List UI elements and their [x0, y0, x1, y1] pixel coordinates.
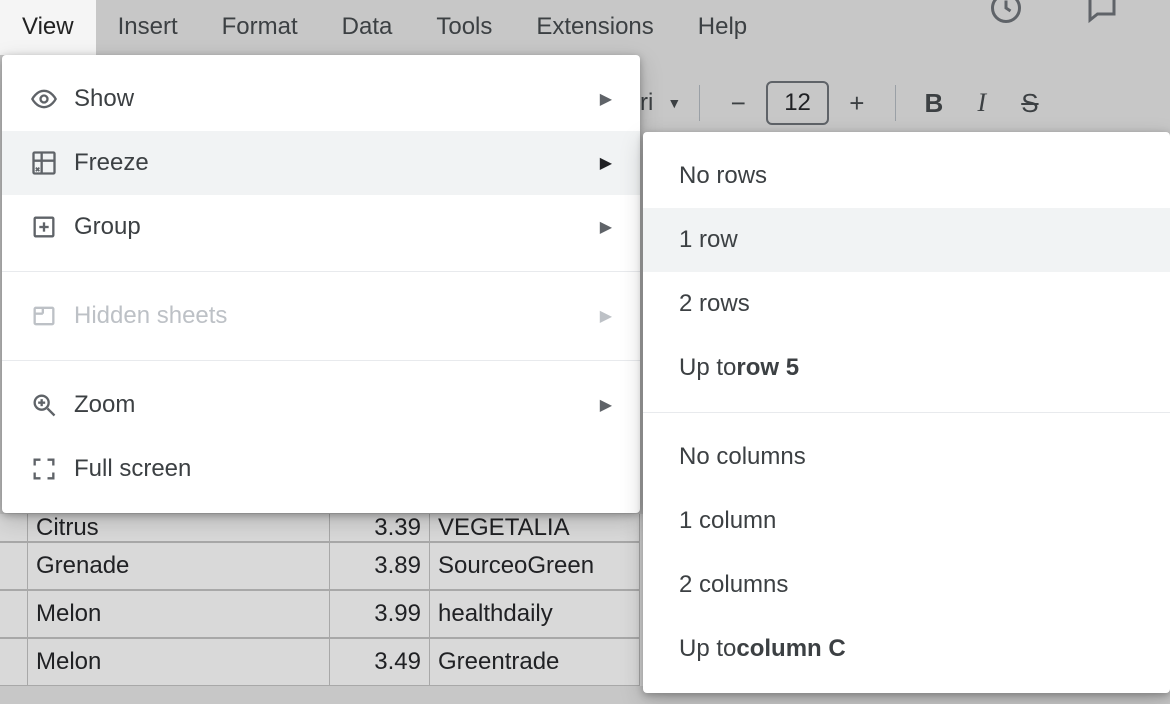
menu-item-group[interactable]: Group ▶ — [2, 195, 640, 259]
menu-item-full-screen[interactable]: Full screen — [2, 437, 640, 501]
submenu-arrow-icon: ▶ — [600, 153, 612, 173]
cell[interactable]: 3.39 — [330, 514, 430, 542]
eye-icon — [30, 85, 74, 113]
menu-item-label: Zoom — [74, 391, 600, 419]
menu-extensions[interactable]: Extensions — [514, 0, 675, 55]
menu-item-label: Hidden sheets — [74, 302, 600, 330]
menu-view[interactable]: View — [0, 0, 96, 55]
menu-item-zoom[interactable]: Zoom ▶ — [2, 373, 640, 437]
sheet-icon — [30, 302, 74, 330]
row-header[interactable] — [0, 514, 28, 542]
italic-button[interactable]: I — [962, 88, 1002, 118]
submenu-arrow-icon: ▶ — [600, 306, 612, 326]
fullscreen-icon — [30, 455, 74, 483]
menu-data[interactable]: Data — [320, 0, 415, 55]
cell[interactable]: 3.89 — [330, 542, 430, 590]
submenu-arrow-icon: ▶ — [600, 395, 612, 415]
font-family-fragment[interactable]: ri — [640, 89, 659, 117]
top-right-icons — [988, 0, 1120, 31]
toolbar-separator — [895, 85, 896, 121]
increase-font-size-button[interactable]: + — [837, 84, 877, 123]
menu-separator — [643, 412, 1170, 413]
toolbar-separator — [699, 85, 700, 121]
menu-item-hidden-sheets: Hidden sheets ▶ — [2, 284, 640, 348]
menu-item-show[interactable]: Show ▶ — [2, 67, 640, 131]
zoom-icon — [30, 391, 74, 419]
cell[interactable]: Grenade — [28, 542, 330, 590]
toolbar: ri ▼ − 12 + B I S — [640, 74, 1050, 132]
menu-separator — [2, 360, 640, 361]
freeze-no-rows[interactable]: No rows — [643, 144, 1170, 208]
menu-tools[interactable]: Tools — [414, 0, 514, 55]
cell[interactable]: Melon — [28, 638, 330, 686]
cell[interactable]: Citrus — [28, 514, 330, 542]
freeze-1-row[interactable]: 1 row — [643, 208, 1170, 272]
font-family-caret-icon[interactable]: ▼ — [667, 95, 681, 111]
cell[interactable]: 3.49 — [330, 638, 430, 686]
bold-button[interactable]: B — [914, 88, 954, 119]
freeze-up-to-col-bold: column C — [736, 635, 845, 663]
cell[interactable]: VEGETALIA — [430, 514, 640, 542]
freeze-up-to-col-prefix: Up to — [679, 635, 736, 663]
menu-insert[interactable]: Insert — [96, 0, 200, 55]
freeze-2-columns[interactable]: 2 columns — [643, 553, 1170, 617]
row-header[interactable] — [0, 542, 28, 590]
menu-item-label: Group — [74, 213, 600, 241]
menu-item-label: Show — [74, 85, 600, 113]
decrease-font-size-button[interactable]: − — [718, 84, 758, 123]
menu-item-label: Freeze — [74, 149, 600, 177]
freeze-no-columns[interactable]: No columns — [643, 425, 1170, 489]
history-icon[interactable] — [988, 0, 1024, 31]
menu-item-freeze[interactable]: Freeze ▶ — [2, 131, 640, 195]
group-icon — [30, 213, 74, 241]
menu-item-label: Full screen — [74, 455, 612, 483]
cell[interactable]: 3.99 — [330, 590, 430, 638]
view-menu-dropdown: Show ▶ Freeze ▶ Group ▶ Hidden sheets ▶ … — [2, 55, 640, 513]
freeze-1-column[interactable]: 1 column — [643, 489, 1170, 553]
cell[interactable]: healthdaily — [430, 590, 640, 638]
submenu-arrow-icon: ▶ — [600, 89, 612, 109]
freeze-up-to-row[interactable]: Up to row 5 — [643, 336, 1170, 400]
cell[interactable]: Melon — [28, 590, 330, 638]
strikethrough-button[interactable]: S — [1010, 88, 1050, 119]
freeze-2-rows[interactable]: 2 rows — [643, 272, 1170, 336]
freeze-icon — [30, 149, 74, 177]
freeze-submenu: No rows 1 row 2 rows Up to row 5 No colu… — [643, 132, 1170, 693]
row-header[interactable] — [0, 590, 28, 638]
comment-icon[interactable] — [1084, 0, 1120, 31]
freeze-up-to-row-bold: row 5 — [736, 354, 799, 382]
row-header[interactable] — [0, 638, 28, 686]
submenu-arrow-icon: ▶ — [600, 217, 612, 237]
font-size-input[interactable]: 12 — [766, 81, 829, 125]
cell[interactable]: SourceoGreen — [430, 542, 640, 590]
freeze-up-to-column[interactable]: Up to column C — [643, 617, 1170, 681]
menu-format[interactable]: Format — [200, 0, 320, 55]
cell[interactable]: Greentrade — [430, 638, 640, 686]
menu-help[interactable]: Help — [676, 0, 769, 55]
freeze-up-to-row-prefix: Up to — [679, 354, 736, 382]
menu-separator — [2, 271, 640, 272]
